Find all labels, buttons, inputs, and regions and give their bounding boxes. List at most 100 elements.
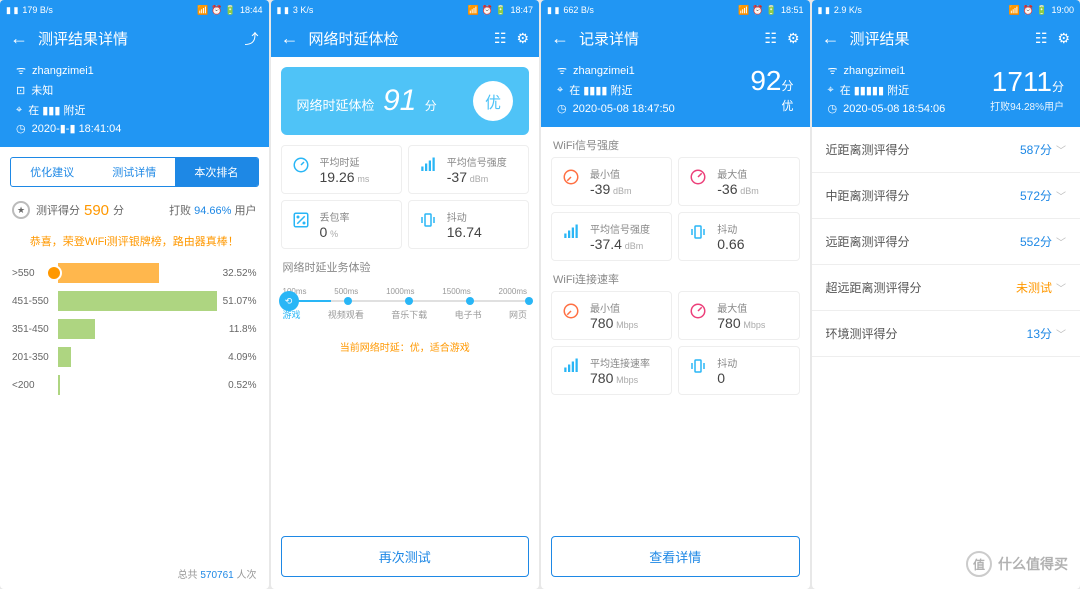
chart-range-label: 351-450 bbox=[12, 324, 58, 335]
filter-icon[interactable]: ☷ bbox=[494, 30, 507, 47]
timeline-marker-icon: ⟲ bbox=[279, 291, 299, 311]
header: ← 网络时延体检 ☷ ⚙ bbox=[271, 20, 540, 57]
congrats-text: 恭喜，荣登WiFi测评银牌榜，路由器真棒！ bbox=[0, 223, 269, 259]
result-label: 超远距离测评得分 bbox=[826, 279, 1016, 296]
chart-value: 32.52% bbox=[217, 268, 257, 279]
tabs: 优化建议 测试详情 本次排名 bbox=[10, 157, 259, 187]
jitter-icon bbox=[417, 209, 439, 231]
tab-details[interactable]: 测试详情 bbox=[93, 158, 175, 186]
status-bar: ▮ ▮3 K/s 📶 ⏰ 🔋18:47 bbox=[271, 0, 540, 20]
result-row[interactable]: 远距离测评得分 552分﹀ bbox=[812, 219, 1080, 265]
score-summary: ★ 测评得分 590 分 打败 94.66% 用户 bbox=[0, 197, 269, 223]
chart-bar-row: <200 0.52% bbox=[12, 371, 257, 399]
gear-icon[interactable]: ⚙ bbox=[1057, 30, 1070, 47]
chart-value: 4.09% bbox=[217, 352, 257, 363]
result-value: 572分﹀ bbox=[1020, 187, 1066, 204]
avatar-icon bbox=[46, 265, 62, 281]
tab-ranking[interactable]: 本次排名 bbox=[175, 158, 257, 186]
chevron-down-icon: ﹀ bbox=[1056, 330, 1066, 341]
metric-card: 抖动 0 bbox=[678, 346, 799, 395]
result-row[interactable]: 中距离测评得分 572分﹀ bbox=[812, 173, 1080, 219]
chevron-down-icon: ﹀ bbox=[1056, 284, 1066, 295]
metric-card: 抖动 16.74 bbox=[408, 200, 529, 249]
metric-value: -37.4 bbox=[590, 236, 622, 252]
gear-icon[interactable]: ⚙ bbox=[516, 30, 529, 47]
chart-value: 11.8% bbox=[217, 324, 257, 335]
section-signal-title: WiFi信号强度 bbox=[541, 127, 810, 157]
metric-value: 780 bbox=[590, 315, 613, 331]
jitter-icon bbox=[687, 221, 709, 243]
pct-icon bbox=[290, 209, 312, 231]
metric-title: 最大值 bbox=[717, 166, 790, 181]
page-title: 测评结果 bbox=[850, 28, 1025, 49]
status-bar: ▮ ▮662 B/s 📶 ⏰ 🔋18:51 bbox=[541, 0, 810, 20]
back-icon[interactable]: ← bbox=[822, 28, 840, 49]
gear-icon[interactable]: ⚙ bbox=[787, 30, 800, 47]
header: ← 测评结果 ☷ ⚙ bbox=[812, 20, 1080, 57]
result-row[interactable]: 近距离测评得分 587分﹀ bbox=[812, 127, 1080, 173]
header: ← 记录详情 ☷ ⚙ bbox=[541, 20, 810, 57]
chart-range-label: <200 bbox=[12, 380, 58, 391]
metric-title: 最小值 bbox=[590, 166, 663, 181]
wifi-icon: ᯤ bbox=[828, 63, 838, 78]
chart-bar-row: >550 32.52% bbox=[12, 259, 257, 287]
filter-icon[interactable]: ☷ bbox=[1035, 30, 1048, 47]
latency-note: 当前网络时延：优，适合游戏 bbox=[271, 329, 540, 364]
clock-icon: ◷ bbox=[557, 102, 567, 115]
metric-value: 0.66 bbox=[717, 236, 744, 252]
page-title: 网络时延体检 bbox=[309, 28, 484, 49]
result-value: 552分﹀ bbox=[1020, 233, 1066, 250]
metric-card: 平均信号强度 -37 dBm bbox=[408, 145, 529, 194]
metric-card: 丢包率 0 % bbox=[281, 200, 402, 249]
result-row[interactable]: 环境测评得分 13分﹀ bbox=[812, 311, 1080, 357]
ranking-footer: 总共 570761 人次 bbox=[0, 558, 269, 589]
result-label: 中距离测评得分 bbox=[826, 187, 1020, 204]
ranking-chart: >550 32.52% 451-550 51.07% 351-450 11.8%… bbox=[0, 259, 269, 399]
metric-title: 最大值 bbox=[717, 300, 790, 315]
metric-card: 平均信号强度 -37.4 dBm bbox=[551, 212, 672, 261]
result-label: 环境测评得分 bbox=[826, 325, 1027, 342]
chart-range-label: 201-350 bbox=[12, 352, 58, 363]
page-title: 记录详情 bbox=[579, 28, 754, 49]
metric-value: 780 bbox=[717, 315, 740, 331]
metric-value: 16.74 bbox=[447, 224, 482, 240]
tab-suggestions[interactable]: 优化建议 bbox=[11, 158, 93, 186]
metric-title: 平均信号强度 bbox=[447, 154, 520, 169]
filter-icon[interactable]: ☷ bbox=[764, 30, 777, 47]
wifi-icon: ᯤ bbox=[16, 63, 26, 78]
screen-record-detail: ▮ ▮662 B/s 📶 ⏰ 🔋18:51 ← 记录详情 ☷ ⚙ ᯤzhangzi… bbox=[541, 0, 810, 589]
metric-card: 最小值 -39 dBm bbox=[551, 157, 672, 206]
metric-value: -39 bbox=[590, 181, 610, 197]
metric-title: 最小值 bbox=[590, 300, 663, 315]
info-panel: ᯤzhangzimei1 ⌖在 ▮▮▮▮ 附近 ◷2020-05-08 18:4… bbox=[541, 57, 810, 127]
metric-title: 抖动 bbox=[717, 355, 790, 370]
min-icon bbox=[560, 300, 582, 322]
section-link-title: WiFi连接速率 bbox=[541, 261, 810, 291]
share-icon[interactable]: ⤴ bbox=[245, 29, 259, 49]
metric-card: 最大值 -36 dBm bbox=[678, 157, 799, 206]
jitter-icon bbox=[687, 355, 709, 377]
result-label: 远距离测评得分 bbox=[826, 233, 1020, 250]
metric-title: 平均连接速率 bbox=[590, 355, 663, 370]
back-icon[interactable]: ← bbox=[10, 28, 28, 49]
location-icon: ⌖ bbox=[557, 84, 563, 97]
chart-value: 51.07% bbox=[217, 296, 257, 307]
latency-timeline: 100ms500ms1000ms1500ms2000ms ⟲ 游戏视频观看音乐下… bbox=[271, 279, 540, 329]
metric-title: 平均时延 bbox=[320, 154, 393, 169]
metric-title: 平均信号强度 bbox=[590, 221, 663, 236]
result-row[interactable]: 超远距离测评得分 未测试﹀ bbox=[812, 265, 1080, 311]
back-icon[interactable]: ← bbox=[551, 28, 569, 49]
metric-title: 丢包率 bbox=[320, 209, 393, 224]
chart-bar-row: 351-450 11.8% bbox=[12, 315, 257, 343]
metric-card: 抖动 0.66 bbox=[678, 212, 799, 261]
result-label: 近距离测评得分 bbox=[826, 141, 1020, 158]
retest-button[interactable]: 再次测试 bbox=[281, 536, 530, 577]
view-detail-button[interactable]: 查看详情 bbox=[551, 536, 800, 577]
metric-title: 抖动 bbox=[717, 221, 790, 236]
chevron-down-icon: ﹀ bbox=[1056, 146, 1066, 157]
min-icon bbox=[560, 166, 582, 188]
metric-value: 0 bbox=[320, 224, 328, 240]
back-icon[interactable]: ← bbox=[281, 28, 299, 49]
info-panel: ᯤzhangzimei1 ⌖在 ▮▮▮▮▮ 附近 ◷2020-05-08 18:… bbox=[812, 57, 1080, 127]
chevron-down-icon: ﹀ bbox=[1056, 192, 1066, 203]
